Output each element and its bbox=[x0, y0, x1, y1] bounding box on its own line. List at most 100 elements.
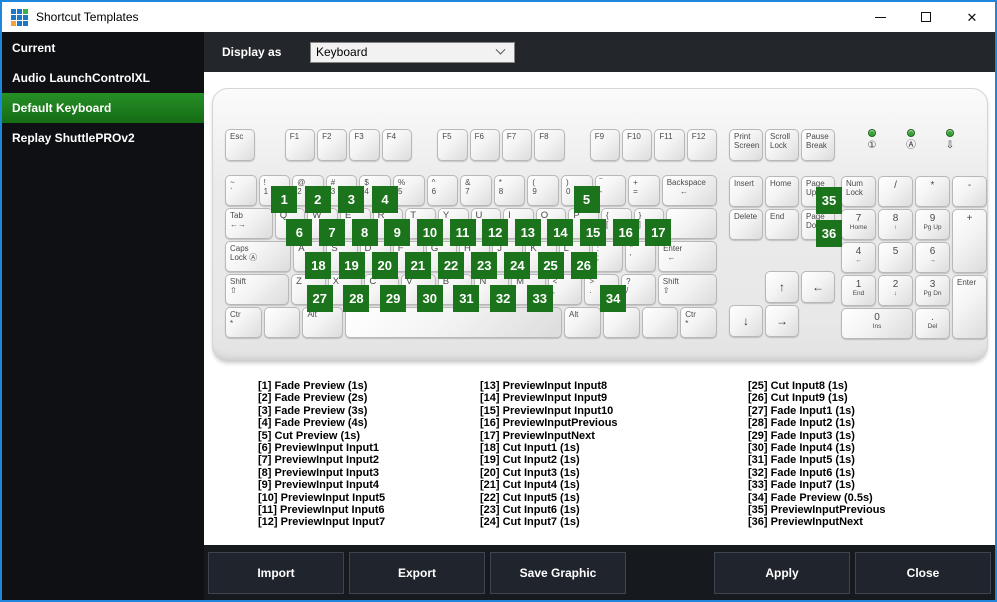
key-label: Print Screen bbox=[734, 132, 760, 150]
export-button[interactable]: Export bbox=[349, 551, 485, 594]
close-button[interactable]: ✕ bbox=[949, 2, 995, 32]
legend-entry: [1] Fade Preview (1s) bbox=[258, 380, 368, 392]
key-page-up: Page Up 35 bbox=[801, 176, 842, 214]
save-graphic-button[interactable]: Save Graphic bbox=[490, 551, 626, 594]
close-button[interactable]: Close bbox=[855, 551, 991, 594]
key-label: / bbox=[894, 180, 897, 191]
key-label: T bbox=[410, 210, 417, 221]
shortcut-badge-10: 10 bbox=[416, 219, 443, 246]
key-numpad-add: + bbox=[952, 209, 987, 273]
key-label: F11 bbox=[659, 132, 673, 141]
led-symbol: ⇩ bbox=[945, 140, 955, 151]
key-numpad-4: 4 ← bbox=[841, 242, 876, 273]
window-controls: ✕ bbox=[857, 2, 995, 32]
key-label: % 5 bbox=[397, 178, 406, 196]
shortcut-badge-2: 2 bbox=[304, 186, 331, 213]
display-as-bar: Display as Keyboard bbox=[204, 32, 995, 72]
key-label: Esc bbox=[230, 132, 244, 141]
key-label: Scroll Lock bbox=[770, 132, 791, 150]
key-label: Delete bbox=[734, 212, 758, 221]
key-label: ? / bbox=[626, 277, 631, 295]
legend-entry: [9] PreviewInput Input4 bbox=[258, 479, 380, 492]
key-label: (9 bbox=[532, 178, 537, 196]
key-label: - bbox=[967, 180, 972, 191]
keyboard-led-indicators: ① Ⓐ ⇩ bbox=[861, 129, 961, 151]
key-label: ~ ` bbox=[230, 178, 235, 196]
maximize-button[interactable] bbox=[903, 2, 949, 32]
key-7: & 7 bbox=[460, 175, 492, 206]
key-0: ) 0 5 bbox=[560, 175, 600, 213]
legend-entry: [21] Cut Input4 (1s) bbox=[480, 479, 580, 492]
shortcut-badge-35: 35 bbox=[816, 187, 842, 214]
shortcut-badge-18: 18 bbox=[305, 252, 332, 279]
key-backspace: Backspace ← bbox=[661, 175, 717, 206]
display-as-label: Display as bbox=[222, 45, 282, 59]
key-backquote: ~ ` bbox=[225, 175, 257, 206]
legend-entry: [13] PreviewInput Input8 bbox=[480, 380, 608, 392]
key-f11: F11 bbox=[654, 129, 685, 161]
footer-bar: Import Export Save Graphic Apply Close bbox=[204, 545, 995, 600]
led-dot-icon bbox=[946, 129, 954, 137]
key-blank bbox=[263, 307, 301, 338]
shortcut-badge-6: 6 bbox=[286, 219, 313, 246]
key-backslash bbox=[666, 208, 717, 239]
key-arrow-left: ← bbox=[801, 271, 835, 303]
key-ctr-left: Ctr * bbox=[225, 307, 262, 338]
key-f6: F6 bbox=[469, 129, 500, 161]
keyboard-numpad: Num Lock / * - 7 Home 8 ↑ 9 Pg Up +4 ← 5 6 → 1 End 2 ↓ 3 Pg D… bbox=[841, 176, 987, 339]
key-end: End bbox=[765, 209, 799, 240]
key-label: + = bbox=[633, 178, 638, 196]
shortcut-badge-24: 24 bbox=[504, 252, 531, 279]
apply-button[interactable]: Apply bbox=[714, 551, 850, 594]
shortcut-badge-28: 28 bbox=[343, 285, 370, 312]
shortcut-badge-15: 15 bbox=[580, 219, 607, 246]
shortcut-badge-23: 23 bbox=[471, 252, 498, 279]
sidebar-item-replay-shuttleprov2[interactable]: Replay ShuttlePROv2 bbox=[2, 123, 204, 153]
key-slash: ? / bbox=[621, 274, 656, 305]
led-dot-icon bbox=[868, 129, 876, 137]
key-caps-lock: Caps Lock Ⓐ bbox=[225, 241, 292, 272]
shortcut-badge-1: 1 bbox=[271, 186, 298, 213]
key-f8: F8 bbox=[534, 129, 565, 161]
key-label: F5 bbox=[442, 132, 452, 141]
key-label: Num Lock bbox=[846, 179, 863, 197]
content: Display as Keyboard Esc F1 F2 F3 F4 F5 F6 F7 F8 F… bbox=[204, 32, 995, 600]
key-delete: Delete bbox=[729, 209, 763, 240]
legend-entry: [31] Fade Input5 (1s) bbox=[748, 454, 855, 467]
key-label: }] bbox=[638, 211, 642, 229]
key-1: ! 1 1 bbox=[258, 175, 298, 213]
key-numpad-8: 8 ↑ bbox=[878, 209, 913, 240]
display-as-dropdown[interactable]: Keyboard bbox=[310, 41, 515, 63]
key-7-home: 7 Home bbox=[841, 209, 876, 240]
sidebar-item-default-keyboard[interactable]: Default Keyboard bbox=[2, 93, 204, 123]
key-label: <, bbox=[552, 277, 558, 295]
shortcut-badge-9: 9 bbox=[384, 219, 411, 246]
legend-entry: [16] PreviewInputPrevious bbox=[480, 417, 618, 430]
keyboard-main-block: Esc F1 F2 F3 F4 F5 F6 F7 F8 F9 F10 F11 F12 ~ `! 1 1 @2 2 #… bbox=[225, 129, 718, 340]
shortcut-badge-33: 33 bbox=[526, 285, 553, 312]
key-3-pg-dn: 3 Pg Dn bbox=[915, 275, 950, 306]
key-ctr-right: Ctr * bbox=[680, 307, 717, 338]
key-label: " ' bbox=[629, 244, 633, 262]
import-button[interactable]: Import bbox=[208, 551, 344, 594]
legend-entry: [35] PreviewInputPrevious bbox=[748, 504, 886, 517]
main-panel: Esc F1 F2 F3 F4 F5 F6 F7 F8 F9 F10 F11 F12 ~ `! 1 1 @2 2 #… bbox=[204, 72, 995, 545]
key-numpad-enter: Enter bbox=[952, 275, 987, 339]
sidebar-item-audio-launchcontrolxl[interactable]: Audio LaunchControlXL bbox=[2, 63, 204, 93]
key-label: → bbox=[776, 313, 788, 328]
key-label: F7 bbox=[506, 132, 517, 141]
minimize-button[interactable] bbox=[857, 2, 903, 32]
app-icon bbox=[11, 8, 28, 26]
key-label: Backspace ← bbox=[666, 178, 706, 196]
key-6: ^ 6 bbox=[426, 175, 459, 206]
key-scroll-lock: Scroll Lock bbox=[765, 129, 799, 161]
shortcut-badge-21: 21 bbox=[404, 252, 431, 279]
key-print-screen: Print Screen bbox=[729, 129, 763, 161]
key-numpad-6: 6 → bbox=[915, 242, 950, 273]
key-shift-left: Shift ⇧ bbox=[225, 274, 290, 305]
shortcut-badge-8: 8 bbox=[351, 219, 378, 246]
shortcut-badge-7: 7 bbox=[319, 219, 346, 246]
sidebar-item-current[interactable]: Current bbox=[2, 33, 204, 63]
shortcut-badge-5: 5 bbox=[573, 186, 600, 213]
key-esc: Esc bbox=[225, 129, 256, 161]
